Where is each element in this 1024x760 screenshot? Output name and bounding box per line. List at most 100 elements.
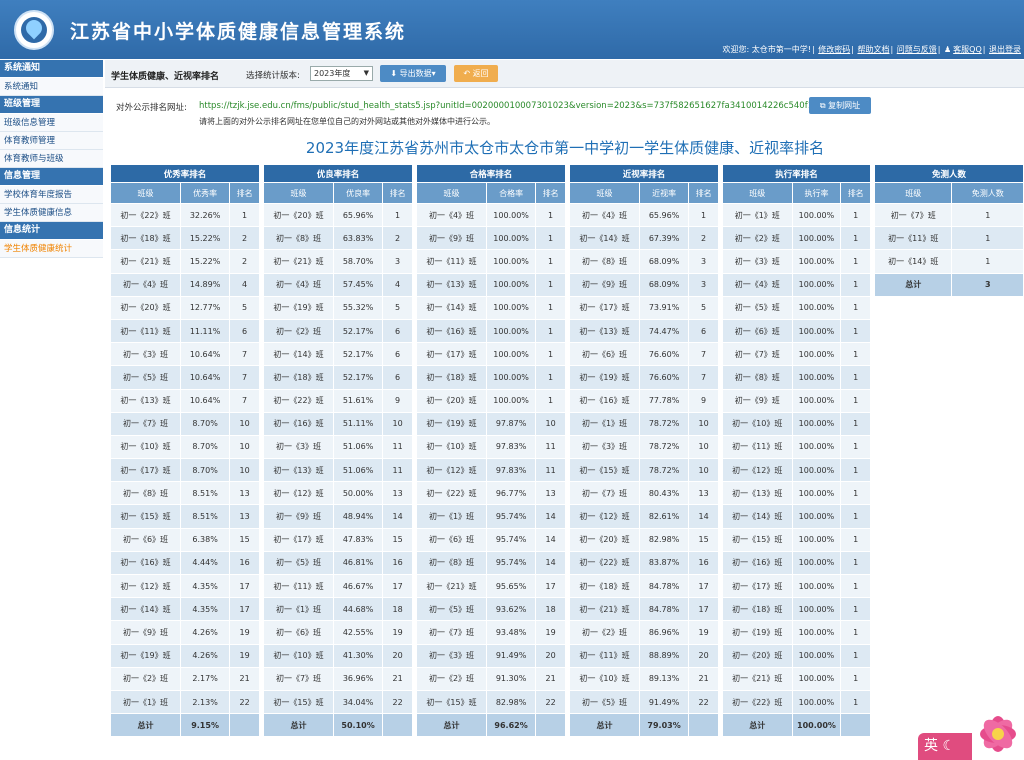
table-cell: 初一《22》班 — [568, 550, 641, 576]
column-header: 班级 — [722, 182, 793, 204]
total-cell — [840, 713, 871, 738]
logout-link[interactable]: 退出登录 — [989, 45, 1021, 54]
table-cell: 初一《19》班 — [262, 295, 335, 320]
table-cell: 96.77% — [486, 481, 537, 506]
table-caption: 近视率排名 — [569, 164, 719, 183]
copy-url-button[interactable]: ⧉ 复制网址 — [809, 97, 871, 114]
table-cell: 初一《13》班 — [109, 388, 182, 413]
table-cell: 14 — [688, 504, 719, 529]
sidebar-item[interactable]: 学生体质健康统计 — [0, 240, 103, 258]
table-cell: 51.06% — [333, 458, 384, 483]
ime-indicator[interactable]: 英 ☾ — [918, 733, 972, 760]
table-cell: 初一《5》班 — [109, 365, 182, 390]
table-row: 初一《17》班 73.91% 5 — [568, 295, 719, 320]
table-cell: 1 — [535, 202, 566, 228]
table-cell: 6.38% — [180, 527, 231, 552]
table-cell: 97.83% — [486, 434, 537, 460]
table-cell: 初一《7》班 — [873, 202, 953, 228]
total-cell: 总计 — [722, 713, 793, 738]
help-doc-link[interactable]: 帮助文档 — [857, 45, 889, 54]
sidebar-group-header[interactable]: 系统通知 — [0, 60, 103, 77]
table-row: 初一《14》班 100.00% 1 — [722, 504, 871, 529]
column-header: 优秀率 — [180, 182, 231, 204]
table-row: 初一《21》班 58.70% 3 — [262, 249, 413, 274]
sidebar-item[interactable]: 体育教师与班级 — [0, 150, 103, 168]
table-row: 初一《15》班 82.98% 22 — [415, 689, 566, 715]
table-cell: 93.48% — [486, 620, 537, 645]
table-row: 初一《13》班 51.06% 11 — [262, 458, 413, 483]
column-header: 合格率 — [486, 182, 537, 204]
sidebar-group-header[interactable]: 信息管理 — [0, 168, 103, 185]
table-cell: 初一《7》班 — [568, 481, 641, 506]
feedback-link[interactable]: 问题与反馈 — [897, 45, 937, 54]
table-cell: 初一《5》班 — [262, 550, 335, 576]
sidebar-item[interactable]: 系统通知 — [0, 78, 103, 96]
sidebar-item[interactable]: 学校体育年度报告 — [0, 186, 103, 204]
table-cell: 10 — [688, 434, 719, 460]
table-row: 初一《2》班 91.30% 21 — [415, 666, 566, 691]
table-row: 初一《8》班 100.00% 1 — [722, 365, 871, 390]
table-cell: 8.51% — [180, 481, 231, 506]
flower-decoration-icon — [980, 716, 1016, 752]
total-row: 总计 100.00% — [722, 713, 871, 738]
table-cell: 34.04% — [333, 689, 384, 715]
table-cell: 初一《11》班 — [722, 434, 793, 460]
table-cell: 初一《11》班 — [262, 573, 335, 599]
table-cell: 20 — [382, 643, 413, 668]
table-cell: 初一《2》班 — [415, 666, 488, 691]
sidebar-group-header[interactable]: 信息统计 — [0, 222, 103, 239]
table-row: 初一《13》班 100.00% 1 — [415, 272, 566, 297]
support-qq-link[interactable]: 客服QQ — [953, 45, 982, 54]
sidebar-item[interactable]: 学生体质健康信息 — [0, 204, 103, 222]
table-cell: 15 — [229, 527, 260, 552]
public-url[interactable]: https://tzjk.jse.edu.cn/fms/public/stud_… — [199, 101, 819, 111]
table-cell: 初一《1》班 — [415, 504, 488, 529]
table-cell: 77.78% — [639, 388, 690, 413]
version-select[interactable]: 2023年度 ▼ — [310, 66, 373, 81]
table-row: 初一《2》班 86.96% 19 — [568, 620, 719, 645]
export-data-button[interactable]: ⬇ 导出数据▾ — [380, 65, 446, 82]
table-cell: 15.22% — [180, 226, 231, 251]
sidebar-item[interactable]: 班级信息管理 — [0, 114, 103, 132]
table-cell: 初一《21》班 — [722, 666, 793, 691]
table-row: 初一《1》班 100.00% 1 — [722, 202, 871, 228]
table-row: 初一《1》班 44.68% 18 — [262, 597, 413, 622]
copy-icon: ⧉ — [819, 101, 826, 110]
sidebar-group-header[interactable]: 班级管理 — [0, 96, 103, 113]
table-row: 初一《11》班 88.89% 20 — [568, 643, 719, 668]
table-cell: 初一《16》班 — [568, 388, 641, 413]
table-row: 初一《7》班 36.96% 21 — [262, 666, 413, 691]
table-cell: 95.74% — [486, 527, 537, 552]
table-cell: 1 — [535, 365, 566, 390]
table-cell: 初一《16》班 — [109, 550, 182, 576]
table-row: 初一《9》班 100.00% 1 — [415, 226, 566, 251]
table-row: 初一《2》班 2.17% 21 — [109, 666, 260, 691]
table-cell: 10 — [229, 411, 260, 436]
table-cell: 100.00% — [486, 365, 537, 390]
sidebar-item[interactable]: 体育教师管理 — [0, 132, 103, 150]
change-password-link[interactable]: 修改密码 — [818, 45, 850, 54]
table-cell: 初一《21》班 — [568, 597, 641, 622]
myopia-rate-table: 近视率排名 班级 近视率 排名 初一《4》班 65.96% 1 初一《14》班 67.39% 2 初… — [568, 164, 719, 738]
table-cell: 100.00% — [791, 666, 842, 691]
table-row: 初一《12》班 4.35% 17 — [109, 573, 260, 599]
table-cell: 初一《12》班 — [415, 458, 488, 483]
table-cell: 58.70% — [333, 249, 384, 274]
table-row: 初一《4》班 14.89% 4 — [109, 272, 260, 297]
table-cell: 16 — [688, 550, 719, 576]
table-caption: 免测人数 — [874, 164, 1024, 183]
column-header: 排名 — [229, 182, 260, 204]
table-row: 初一《7》班 100.00% 1 — [722, 342, 871, 367]
table-row: 初一《7》班 80.43% 13 — [568, 481, 719, 506]
table-cell: 初一《10》班 — [568, 666, 641, 691]
table-cell: 1 — [840, 249, 871, 274]
table-cell: 初一《11》班 — [415, 249, 488, 274]
total-cell: 50.10% — [333, 713, 384, 738]
back-button[interactable]: ↶ 返回 — [454, 65, 498, 82]
table-cell: 初一《21》班 — [109, 249, 182, 274]
table-cell: 初一《13》班 — [262, 458, 335, 483]
table-cell: 初一《6》班 — [722, 318, 793, 344]
table-row: 初一《16》班 4.44% 16 — [109, 550, 260, 576]
table-row: 初一《8》班 68.09% 3 — [568, 249, 719, 274]
table-cell: 14 — [535, 504, 566, 529]
